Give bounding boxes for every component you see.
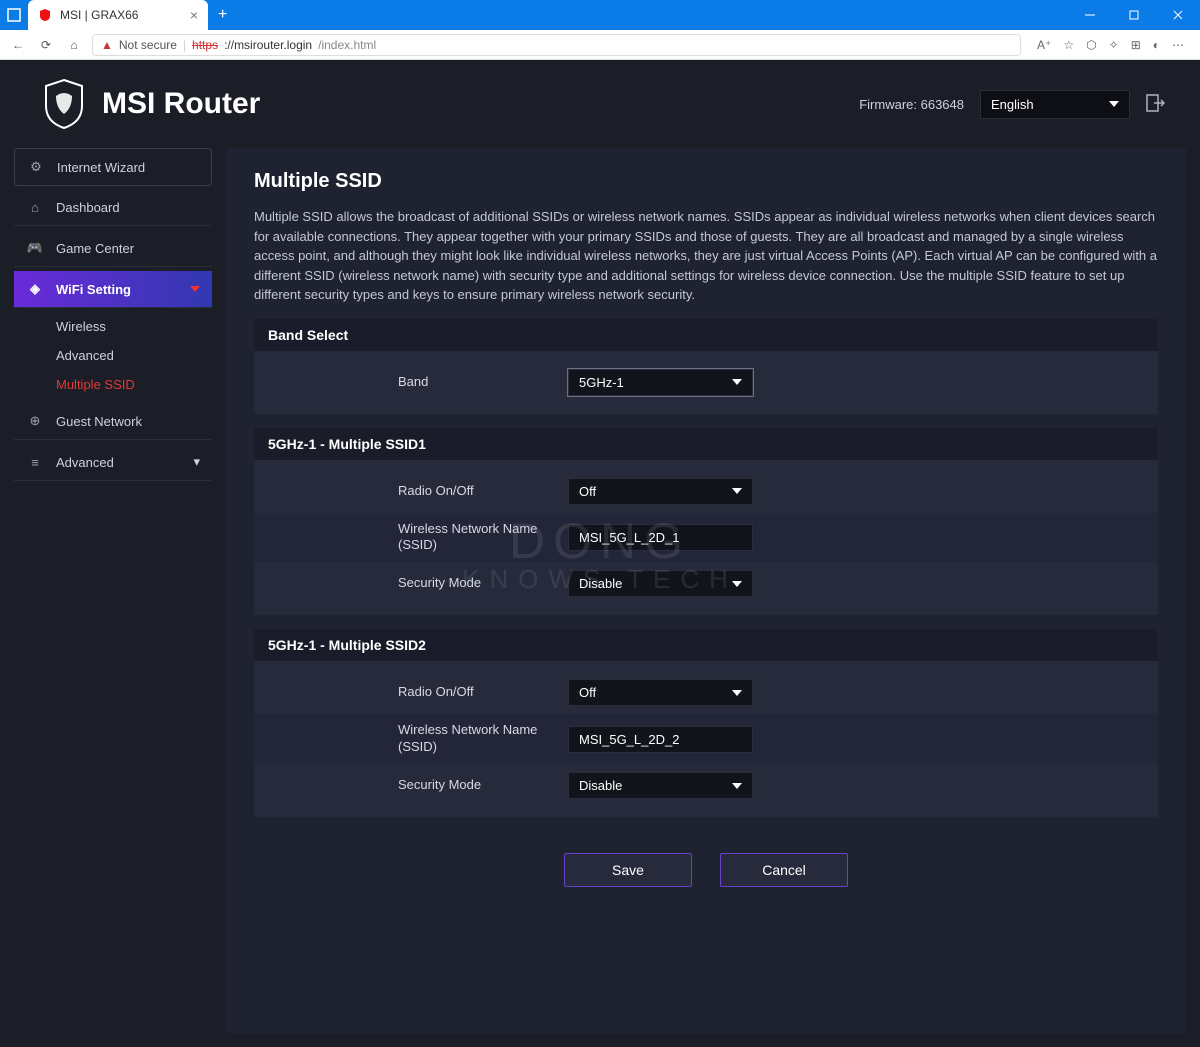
sidebar-label: Internet Wizard <box>57 160 145 175</box>
url-host: ://msirouter.login <box>224 38 312 52</box>
panel-band-select: Band Select Band 5GHz-1 <box>254 319 1158 414</box>
select-value: Off <box>579 484 596 499</box>
firmware-label: Firmware: 663648 <box>859 97 964 112</box>
chevron-down-icon <box>732 690 742 696</box>
browser-titlebar: MSI | GRAX66 × + <box>0 0 1200 30</box>
ssid1-name-input[interactable] <box>568 524 753 551</box>
sidebar-item-game-center[interactable]: 🎮 Game Center <box>14 230 212 267</box>
panel-heading: 5GHz-1 - Multiple SSID1 <box>254 428 1158 460</box>
panel-heading: Band Select <box>254 319 1158 351</box>
chevron-down-icon: ▾ <box>193 454 200 470</box>
sidebar-label: Advanced <box>56 455 114 470</box>
sidebar-label: Game Center <box>56 241 134 256</box>
sidebar-label: WiFi Setting <box>56 282 131 297</box>
save-button[interactable]: Save <box>564 853 692 887</box>
sidebar-item-advanced[interactable]: ≡ Advanced ▾ <box>14 444 212 481</box>
url-input[interactable]: ▲ Not secure | https://msirouter.login/i… <box>92 34 1021 56</box>
language-select[interactable]: English <box>980 90 1130 119</box>
select-value: Disable <box>579 778 622 793</box>
ssid2-security-select[interactable]: Disable <box>568 772 753 799</box>
globe-icon: ⊕ <box>26 413 44 429</box>
panel-heading: 5GHz-1 - Multiple SSID2 <box>254 629 1158 661</box>
radio-label: Radio On/Off <box>268 684 548 701</box>
extensions-icon[interactable]: ⬡ <box>1086 38 1096 52</box>
collections-icon[interactable]: ✧ <box>1109 38 1119 52</box>
ssid1-name-field[interactable] <box>579 530 742 545</box>
panel-ssid2: 5GHz-1 - Multiple SSID2 Radio On/Off Off… <box>254 629 1158 817</box>
brand-title: MSI Router <box>102 87 260 121</box>
security-label: Security Mode <box>268 777 548 794</box>
page-title: Multiple SSID <box>254 170 1158 193</box>
sidebar-sub-advanced[interactable]: Advanced <box>56 341 212 370</box>
security-label: Security Mode <box>268 575 548 592</box>
sidebar-sub-wireless[interactable]: Wireless <box>56 312 212 341</box>
sidebar-item-wifi-setting[interactable]: ◈ WiFi Setting <box>14 271 212 308</box>
url-protocol: https <box>192 38 218 52</box>
sidebar-label: Guest Network <box>56 414 142 429</box>
page-description: Multiple SSID allows the broadcast of ad… <box>254 207 1158 305</box>
gear-icon: ⚙ <box>27 159 45 175</box>
home-icon: ⌂ <box>26 200 44 215</box>
chevron-down-icon <box>732 581 742 587</box>
sidebar: ⚙ Internet Wizard ⌂ Dashboard 🎮 Game Cen… <box>14 148 212 1033</box>
main-content: Multiple SSID Multiple SSID allows the b… <box>226 148 1186 1033</box>
app-header: MSI Router Firmware: 663648 English <box>0 60 1200 148</box>
sidebar-item-internet-wizard[interactable]: ⚙ Internet Wizard <box>14 148 212 186</box>
new-tab-button[interactable]: + <box>208 6 237 24</box>
ssid-name-label: Wireless Network Name (SSID) <box>268 521 548 555</box>
ssid1-radio-select[interactable]: Off <box>568 478 753 505</box>
language-value: English <box>991 97 1034 112</box>
band-value: 5GHz-1 <box>579 375 624 390</box>
sidebar-sub-multiple-ssid[interactable]: Multiple SSID <box>56 370 212 399</box>
band-select[interactable]: 5GHz-1 <box>568 369 753 396</box>
ssid2-name-input[interactable] <box>568 726 753 753</box>
nav-refresh-button[interactable]: ⟳ <box>36 38 56 52</box>
wifi-icon: ◈ <box>26 281 44 297</box>
sidebar-item-dashboard[interactable]: ⌂ Dashboard <box>14 190 212 226</box>
url-path: /index.html <box>318 38 376 52</box>
read-aloud-icon[interactable]: A⁺ <box>1037 38 1051 52</box>
not-secure-label: Not secure <box>119 38 177 52</box>
tab-close-icon[interactable]: × <box>190 7 198 23</box>
browser-tab[interactable]: MSI | GRAX66 × <box>28 0 208 30</box>
select-value: Off <box>579 685 596 700</box>
ssid1-security-select[interactable]: Disable <box>568 570 753 597</box>
gamepad-icon: 🎮 <box>26 240 44 256</box>
msi-favicon <box>38 8 52 22</box>
favorites-icon[interactable]: ☆ <box>1063 38 1074 52</box>
ssid-name-label: Wireless Network Name (SSID) <box>268 722 548 756</box>
insecure-icon: ▲ <box>101 38 113 52</box>
inprivate-icon[interactable]: ◐ <box>1153 38 1160 52</box>
nav-home-button[interactable]: ⌂ <box>64 38 84 52</box>
msi-logo-icon <box>42 78 86 130</box>
ssid2-name-field[interactable] <box>579 732 742 747</box>
tabs-icon[interactable] <box>0 8 28 22</box>
select-value: Disable <box>579 576 622 591</box>
band-label: Band <box>268 374 548 391</box>
panel-ssid1: 5GHz-1 - Multiple SSID1 Radio On/Off Off… <box>254 428 1158 616</box>
hub-icon[interactable]: ⊞ <box>1131 38 1141 52</box>
settings-menu-icon[interactable]: ⋯ <box>1172 38 1184 52</box>
ssid2-radio-select[interactable]: Off <box>568 679 753 706</box>
sidebar-item-guest-network[interactable]: ⊕ Guest Network <box>14 403 212 440</box>
cancel-button[interactable]: Cancel <box>720 853 848 887</box>
radio-label: Radio On/Off <box>268 483 548 500</box>
chevron-down-icon <box>732 488 742 494</box>
chevron-down-icon <box>732 783 742 789</box>
logout-button[interactable] <box>1146 94 1166 115</box>
browser-address-bar: ← ⟳ ⌂ ▲ Not secure | https://msirouter.l… <box>0 30 1200 60</box>
chevron-down-icon <box>732 379 742 385</box>
nav-back-button[interactable]: ← <box>8 38 28 52</box>
tab-title: MSI | GRAX66 <box>60 8 138 22</box>
window-minimize-button[interactable] <box>1068 0 1112 30</box>
window-close-button[interactable] <box>1156 0 1200 30</box>
window-maximize-button[interactable] <box>1112 0 1156 30</box>
sidebar-label: Dashboard <box>56 200 120 215</box>
sliders-icon: ≡ <box>26 455 44 470</box>
chevron-down-icon <box>1109 101 1119 107</box>
